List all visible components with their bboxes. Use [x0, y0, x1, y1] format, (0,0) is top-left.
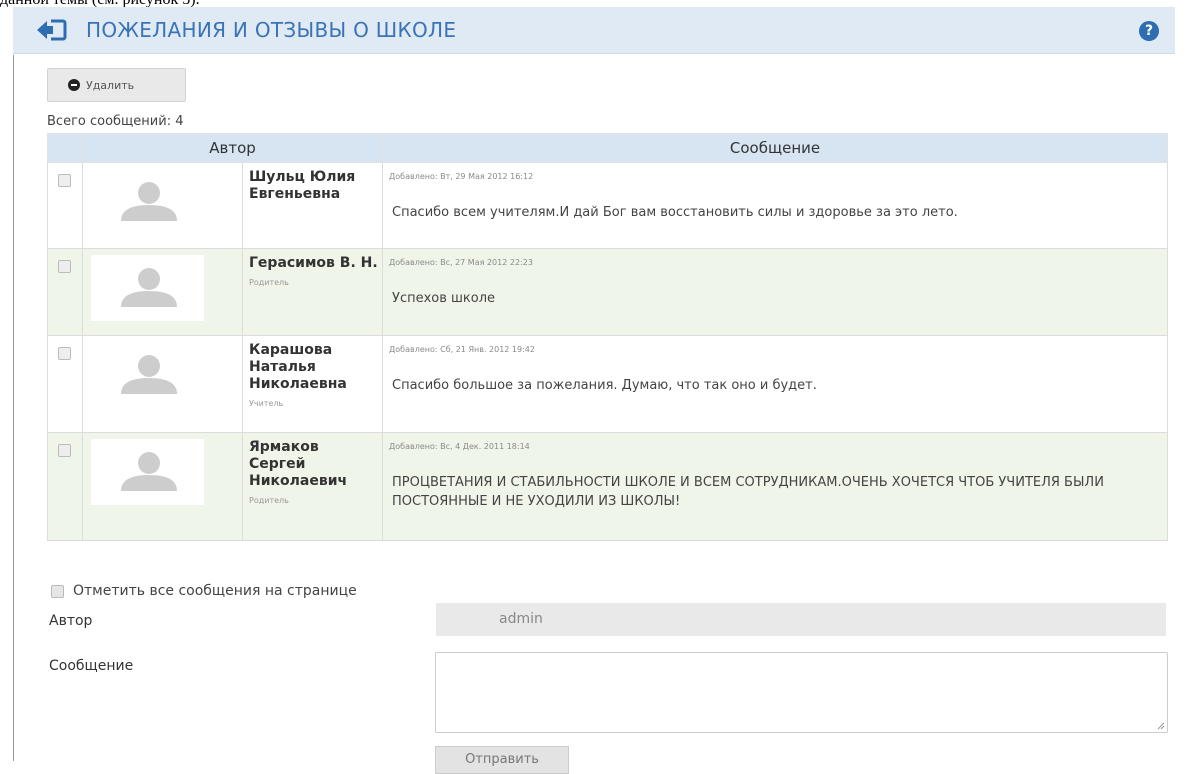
message-text: Спасибо всем учителям.И дай Бог вам восс…: [392, 205, 958, 220]
user-placeholder-icon: [121, 355, 177, 394]
mark-all-toggle[interactable]: Отметить все сообщения на странице: [51, 583, 357, 599]
message-text: Спасибо большое за пожелания. Думаю, что…: [392, 378, 817, 393]
header-spacer: [47, 133, 83, 163]
row-checkbox[interactable]: [58, 347, 71, 360]
delete-button-label: Удалить: [86, 78, 135, 92]
author-role: [243, 203, 382, 209]
table-row: Карашова Наталья Николаевна Учитель Доба…: [47, 335, 1169, 433]
message-text: ПРОЦВЕТАНИЯ И СТАБИЛЬНОСТИ ШКОЛЕ И ВСЕМ …: [392, 475, 1104, 509]
author-name: Герасимов В. Н.: [249, 255, 378, 271]
mark-all-checkbox[interactable]: [51, 584, 64, 598]
table-row: Ярмаков Сергей Николаевич Родитель Добав…: [47, 432, 1169, 541]
message-textarea[interactable]: [435, 652, 1168, 733]
delete-button[interactable]: Удалить: [47, 68, 186, 102]
user-placeholder-icon: [121, 268, 177, 307]
user-placeholder-icon: [121, 452, 177, 491]
column-message: Сообщение: [382, 133, 1169, 163]
message-count: Всего сообщений: 4: [47, 114, 184, 129]
author-name: Карашова Наталья Николаевна: [249, 342, 347, 392]
author-field: admin: [436, 603, 1166, 636]
avatar: [91, 255, 204, 321]
row-checkbox[interactable]: [58, 260, 71, 273]
table-row: Шульц Юлия Евгеньевна Добавлено: Вт, 29 …: [47, 162, 1169, 249]
back-arrow-icon[interactable]: [37, 19, 67, 41]
added-date: Добавлено: Вт, 29 Мая 2012 16:12: [389, 172, 534, 181]
row-checkbox[interactable]: [58, 174, 71, 187]
message-label: Сообщение: [49, 658, 134, 674]
user-placeholder-icon: [121, 182, 177, 221]
page-header: ПОЖЕЛАНИЯ И ОТЗЫВЫ О ШКОЛЕ ?: [13, 7, 1175, 54]
table-header: Автор Сообщение: [47, 133, 1169, 163]
avatar: [91, 169, 204, 235]
table-row: Герасимов В. Н. Родитель Добавлено: Вс, …: [47, 248, 1169, 336]
author-label: Автор: [49, 613, 93, 629]
mark-all-label: Отметить все сообщения на странице: [73, 583, 357, 599]
minus-circle-icon: [68, 79, 80, 91]
author-name: Шульц Юлия Евгеньевна: [249, 169, 356, 202]
messages-table: Автор Сообщение Шульц Юлия Евгеньевна До…: [47, 133, 1169, 541]
author-role: Родитель: [249, 278, 289, 287]
resize-handle-icon[interactable]: [1157, 722, 1165, 730]
submit-button[interactable]: Отправить: [435, 746, 569, 774]
added-date: Добавлено: Вс, 4 Дек. 2011 18:14: [389, 442, 530, 451]
row-checkbox[interactable]: [58, 444, 71, 457]
page-title: ПОЖЕЛАНИЯ И ОТЗЫВЫ О ШКОЛЕ: [86, 18, 457, 42]
message-text: Успехов школе: [392, 291, 496, 306]
added-date: Добавлено: Вс, 27 Мая 2012 22:23: [389, 258, 533, 267]
help-icon[interactable]: ?: [1139, 21, 1159, 41]
column-author: Автор: [81, 133, 384, 163]
added-date: Добавлено: Сб, 21 Янв. 2012 19:42: [389, 345, 535, 354]
avatar: [91, 342, 204, 408]
author-role: Учитель: [249, 399, 284, 408]
author-role: Родитель: [249, 496, 289, 505]
left-divider: [13, 55, 14, 761]
author-name: Ярмаков Сергей Николаевич: [249, 439, 348, 489]
avatar: [91, 439, 204, 505]
